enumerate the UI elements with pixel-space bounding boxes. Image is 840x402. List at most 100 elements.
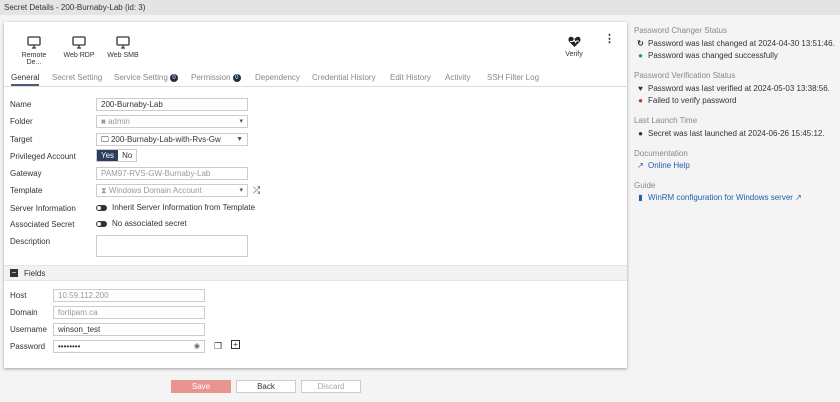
shuffle-icon[interactable]: ⤮ xyxy=(253,185,260,196)
toggle-switch[interactable] xyxy=(96,204,107,211)
folder-select[interactable]: ■ admin ▾ xyxy=(96,115,248,128)
external-link-icon: ↗ xyxy=(637,161,644,170)
password-label: Password xyxy=(10,342,46,351)
verify-button[interactable]: Verify xyxy=(554,36,594,58)
changer-last-text: Password was last changed at 2024-04-30 … xyxy=(648,39,835,48)
monitor-icon xyxy=(116,36,130,49)
toggle-switch[interactable] xyxy=(96,220,107,227)
username-input[interactable]: winson_test xyxy=(53,323,205,336)
guide-heading: Guide xyxy=(634,181,656,190)
domain-label: Domain xyxy=(10,308,38,317)
chevron-down-icon: ▼ xyxy=(236,136,243,143)
target-select[interactable]: 🖵 200-Burnaby-Lab-with-Rvs-Gw ▼ xyxy=(96,133,248,146)
username-label: Username xyxy=(10,325,47,334)
eye-icon[interactable]: ◉ xyxy=(194,342,200,352)
host-input[interactable]: 10.59.112.200 xyxy=(53,289,205,302)
last-launch: ● Secret was last launched at 2024-06-26 … xyxy=(636,129,825,138)
host-label: Host xyxy=(10,291,27,300)
yes-option[interactable]: Yes xyxy=(97,150,119,161)
associated-secret-label: Associated Secret xyxy=(10,220,75,229)
info-badge: 0 xyxy=(232,73,241,82)
verification-result-text: Failed to verify password xyxy=(648,96,737,105)
chevron-down-icon: ▾ xyxy=(239,187,243,194)
online-help-link[interactable]: ↗ Online Help xyxy=(636,161,690,170)
changer-status-heading: Password Changer Status xyxy=(634,26,727,35)
book-icon: ▮ xyxy=(638,193,643,202)
expand-icon[interactable]: + xyxy=(231,340,240,349)
launcher-label: Remote De... xyxy=(21,52,47,66)
more-options-icon[interactable]: ⋮ xyxy=(604,34,615,45)
tab-secret-setting[interactable]: Secret Setting xyxy=(52,73,102,82)
name-input[interactable]: 200-Burnaby-Lab xyxy=(96,98,248,111)
privileged-account-toggle: Yes No xyxy=(96,149,138,162)
discard-button[interactable]: Discard xyxy=(301,380,361,393)
tab-label: Service Setting xyxy=(114,73,168,82)
info-badge: 0 xyxy=(170,73,179,82)
collapse-icon[interactable]: − xyxy=(10,269,18,277)
tab-general[interactable]: General xyxy=(11,73,40,86)
server-information-label: Server Information xyxy=(10,204,76,213)
changer-result: ● Password was changed successfully xyxy=(636,51,778,60)
associated-secret-value: No associated secret xyxy=(112,219,187,228)
changer-last-changed: ↻ Password was last changed at 2024-04-30… xyxy=(636,39,835,48)
fields-title: Fields xyxy=(24,269,46,278)
monitor-icon: 🖵 xyxy=(101,135,109,144)
external-link-icon: ↗ xyxy=(795,193,802,202)
tab-permission[interactable]: Permission 0 xyxy=(191,73,241,82)
description-textarea[interactable] xyxy=(96,235,248,257)
password-input[interactable]: •••••••• ◉ xyxy=(53,340,205,353)
tab-ssh-filter-log[interactable]: SSH Filter Log xyxy=(487,73,539,82)
privileged-account-label: Privileged Account xyxy=(10,152,76,161)
tab-edit-history[interactable]: Edit History xyxy=(390,73,431,82)
launcher-label: Web SMB xyxy=(107,52,139,59)
description-label: Description xyxy=(10,237,51,246)
no-option[interactable]: No xyxy=(118,150,136,161)
clock-icon: ● xyxy=(638,129,643,138)
chevron-down-icon: ▾ xyxy=(239,118,243,125)
target-value: 200-Burnaby-Lab-with-Rvs-Gw xyxy=(110,135,221,144)
tab-dependency[interactable]: Dependency xyxy=(255,73,300,82)
verification-status-heading: Password Verification Status xyxy=(634,71,736,80)
tab-service-setting[interactable]: Service Setting 0 xyxy=(114,73,179,82)
back-button[interactable]: Back xyxy=(236,380,296,393)
refresh-icon: ↻ xyxy=(637,39,644,48)
associated-secret-toggle[interactable]: No associated secret xyxy=(96,219,187,228)
fields-section-header[interactable]: − Fields xyxy=(4,265,627,281)
verification-result: ● Failed to verify password xyxy=(636,96,736,105)
template-label: Template xyxy=(10,186,43,195)
launcher-web-rdp[interactable]: Web RDP xyxy=(59,36,99,59)
save-button[interactable]: Save xyxy=(171,380,231,393)
verification-last: ♥ Password was last verified at 2024-05-0… xyxy=(636,84,830,93)
last-launch-text: Secret was last launched at 2024-06-26 1… xyxy=(648,129,825,138)
winrm-guide-text: WinRM configuration for Windows server xyxy=(648,193,793,202)
documentation-heading: Documentation xyxy=(634,149,688,158)
server-information-value: Inherit Server Information from Template xyxy=(112,203,256,212)
target-label: Target xyxy=(10,135,33,144)
window-title: Secret Details - 200-Burnaby-Lab (id: 3) xyxy=(0,0,840,15)
folder-icon: ■ xyxy=(101,117,106,126)
last-launch-heading: Last Launch Time xyxy=(634,116,698,125)
tab-credential-history[interactable]: Credential History xyxy=(312,73,376,82)
template-select[interactable]: ⧗ Windows Domain Account ▾ xyxy=(96,184,248,197)
server-information-toggle[interactable]: Inherit Server Information from Template xyxy=(96,203,255,212)
domain-input[interactable]: fortipam.ca xyxy=(53,306,205,319)
launcher-label: Web RDP xyxy=(63,52,95,59)
copy-icon[interactable]: ❐ xyxy=(214,341,222,352)
monitor-icon xyxy=(72,36,86,49)
launcher-web-smb[interactable]: Web SMB xyxy=(103,36,143,59)
launcher-remote-desktop[interactable]: Remote De... xyxy=(14,36,54,66)
template-value: Windows Domain Account xyxy=(108,186,202,195)
online-help-text: Online Help xyxy=(648,161,690,170)
tab-activity[interactable]: Activity xyxy=(445,73,470,82)
verify-label: Verify xyxy=(565,51,583,58)
gateway-input[interactable]: PAM97-RVS-GW-Burnaby-Lab xyxy=(96,167,248,180)
tab-bar: General Secret Setting Service Setting 0… xyxy=(4,70,627,87)
monitor-icon xyxy=(27,36,41,49)
secret-details-card: Remote De... Web RDP Web SMB Verify ⋮ Ge… xyxy=(4,22,627,368)
gateway-label: Gateway xyxy=(10,169,42,178)
hourglass-icon: ⧗ xyxy=(101,186,107,195)
heartbeat-icon xyxy=(567,36,581,47)
heartbeat-icon: ♥ xyxy=(638,84,643,93)
winrm-guide-link[interactable]: ▮ WinRM configuration for Windows server … xyxy=(636,193,802,202)
tab-label: Permission xyxy=(191,73,231,82)
